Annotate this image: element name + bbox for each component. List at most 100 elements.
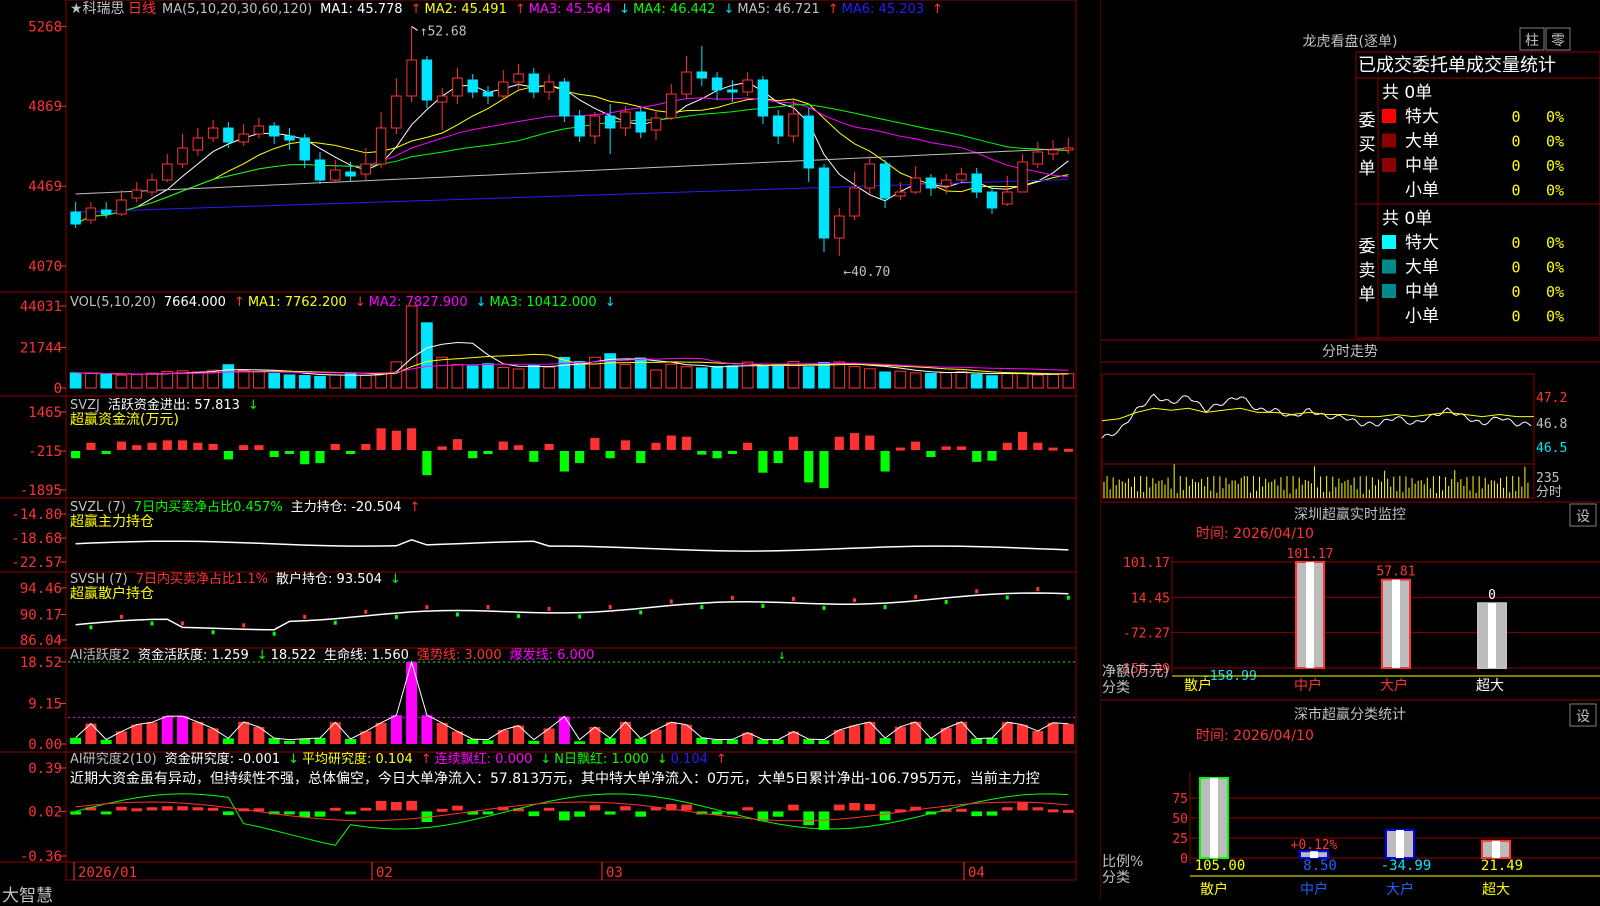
- price-legend-part: ↑: [932, 2, 943, 17]
- vol-legend-part: MA2: 7827.900: [369, 295, 468, 310]
- volume-bar: [283, 374, 296, 389]
- research-bar: [635, 811, 647, 817]
- volume-bar: [940, 372, 953, 389]
- candle-body: [910, 177, 921, 193]
- ai-activity-bar: [665, 722, 677, 744]
- ai-activity-bar: [635, 738, 647, 744]
- sell-row-name: 大单: [1405, 258, 1439, 278]
- buy-row-name: 大单: [1405, 132, 1439, 152]
- fundflow-bar: [651, 442, 661, 450]
- candle-body: [70, 211, 81, 225]
- fundflow-bar: [529, 451, 539, 462]
- candle-body: [207, 127, 219, 139]
- ai-activity-bar: [955, 721, 967, 744]
- sell-row-pct: 0%: [1546, 234, 1564, 252]
- mon-title: 深圳超赢实时监控: [1294, 506, 1406, 523]
- candle-body: [498, 81, 509, 97]
- cls-cat-label: 中户: [1300, 881, 1328, 898]
- research-bar: [1032, 807, 1044, 811]
- mon-tick: 14.45: [1131, 591, 1170, 606]
- svsh-tick-label: 94.46: [20, 581, 62, 597]
- mon-value-label: 101.17: [1287, 547, 1334, 562]
- fundflow-bar: [911, 441, 921, 450]
- fundflow-bar: [239, 445, 249, 450]
- fundflow-bar: [849, 433, 860, 450]
- ai-activity-bar: [513, 725, 525, 744]
- buy-row-val: 0: [1511, 133, 1520, 151]
- ai-arrow: ↓: [778, 648, 786, 663]
- candle-body: [711, 77, 723, 91]
- sell-row-val: 0: [1511, 283, 1520, 301]
- ai-activity-bar: [329, 722, 341, 744]
- fundflow-bar: [177, 440, 188, 450]
- research-tick-label: 0.39: [28, 761, 62, 777]
- mon-ylabel: 净额(万元): [1102, 664, 1169, 680]
- svsh-marker: [944, 599, 948, 604]
- ai-legend-part: ↓: [257, 648, 268, 663]
- kline-chart-svg[interactable]: 5268 4869 4469 4070 ↑52.68 ←40.70 ★科瑞思 日线 MA(5,1…: [0, 0, 1100, 900]
- xaxis-label: 2026/01: [78, 865, 137, 881]
- candle-body: [162, 163, 173, 181]
- candle-body: [1047, 149, 1059, 155]
- buy-row-name: 中单: [1405, 156, 1439, 176]
- ai-activity-bar: [467, 739, 479, 744]
- buy-row-pct: 0%: [1546, 133, 1564, 151]
- research-legend-part: N日飘红: 1.000: [554, 751, 648, 767]
- volume-bar: [191, 371, 204, 389]
- mon-cat-label: 超大: [1476, 678, 1504, 694]
- candle-body: [1032, 151, 1044, 165]
- research-bar: [482, 811, 494, 815]
- price-tick-label: 4070: [28, 259, 62, 275]
- research-bar: [772, 811, 784, 817]
- fundflow-bar: [483, 451, 493, 454]
- svsh-sub: 超赢散户持仓: [70, 585, 154, 602]
- vol-legend-part: MA3: 10412.000: [490, 295, 597, 310]
- volume-bar: [955, 371, 968, 389]
- fundflow-bar: [513, 445, 524, 450]
- fundflow-bar: [819, 451, 829, 489]
- volume-bar: [451, 364, 464, 389]
- svsh-marker: [1066, 595, 1070, 600]
- fundflow-bar: [391, 430, 401, 450]
- price-tick-label: 4469: [28, 179, 62, 195]
- vol-legend-part: ↓: [605, 295, 616, 310]
- volume-bar: [344, 373, 357, 389]
- svzl-legend-part: 7日内买卖净占比0.457%: [134, 499, 283, 515]
- research-legend-part: 资金研究度: -0.001: [165, 751, 280, 767]
- svzj-legend-part: 活跃资金进出: 57.813: [108, 397, 240, 413]
- fundflow-bar: [788, 436, 799, 450]
- volume-bar: [772, 364, 785, 389]
- research-bar: [375, 800, 387, 811]
- research-bar: [849, 803, 860, 811]
- candle-body: [1063, 147, 1074, 151]
- sell-row-name: 小单: [1405, 307, 1439, 327]
- volume-bar: [1047, 374, 1059, 389]
- svsh-marker: [486, 605, 490, 610]
- candle-body: [956, 173, 967, 181]
- volume-bar: [848, 366, 861, 389]
- volume-bar: [130, 374, 143, 389]
- candle-body: [834, 215, 845, 239]
- kline-chart-area[interactable]: 5268 4869 4469 4070 ↑52.68 ←40.70 ★科瑞思 日线 MA(5,1…: [0, 0, 1100, 900]
- research-bar: [360, 807, 372, 811]
- volume-bar: [986, 375, 998, 389]
- candle-body: [1017, 161, 1028, 193]
- fundflow-bar: [895, 447, 905, 451]
- sell-swatch: [1382, 284, 1396, 298]
- volume-bar: [757, 365, 769, 389]
- ai-activity-bar: [879, 738, 891, 744]
- fundflow-bar: [71, 451, 81, 459]
- svsh-line: [75, 592, 1069, 631]
- candle-body: [803, 115, 814, 169]
- mon-bar-shine: [1306, 562, 1314, 668]
- ai-activity-bar: [421, 715, 433, 744]
- volume-bar: [925, 372, 937, 389]
- cls-cat-label: 大户: [1386, 881, 1414, 898]
- candle-body: [85, 207, 97, 221]
- svsh-marker: [1005, 595, 1009, 600]
- research-legend-part: 0.104: [671, 752, 708, 767]
- fenshi-vol-unit: 分时: [1536, 485, 1562, 500]
- cls-mid-label: +0.12%: [1291, 838, 1338, 853]
- candle-body: [742, 79, 753, 93]
- ai-tick-label: 0.00: [28, 737, 62, 753]
